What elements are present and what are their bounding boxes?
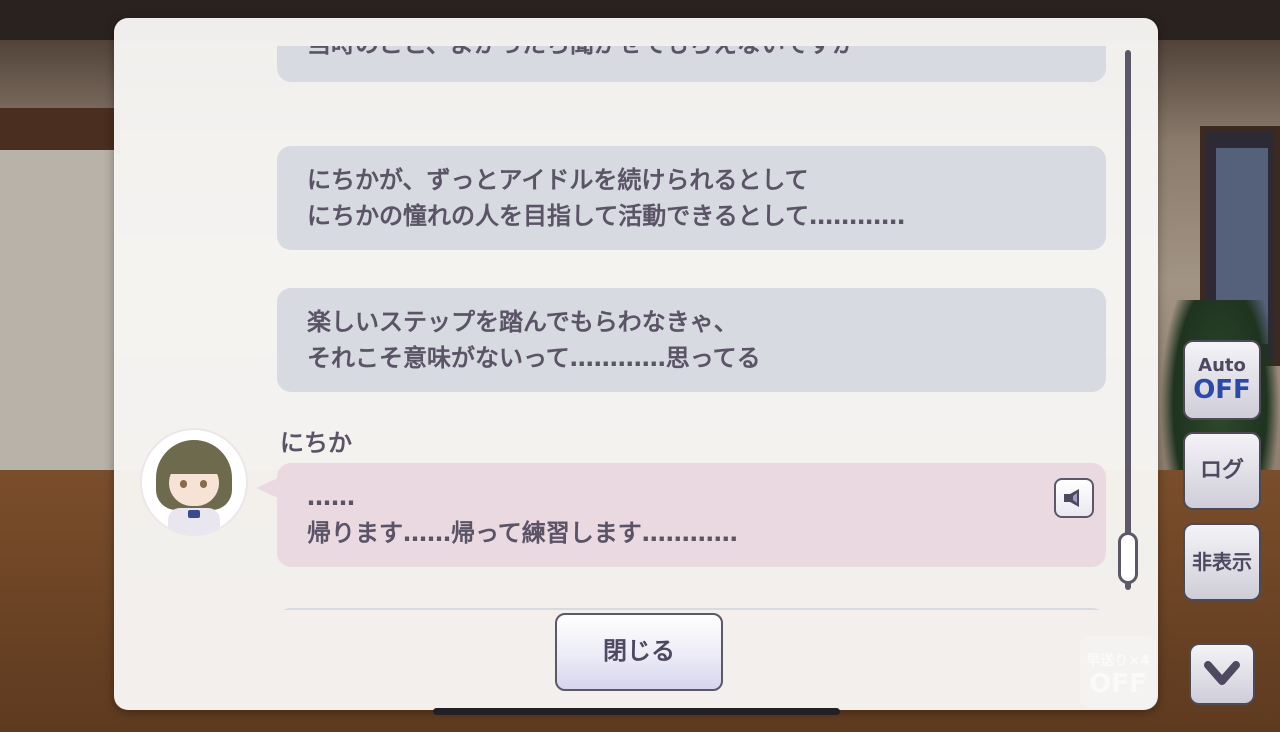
auto-state: OFF: [1193, 375, 1251, 405]
message-bubble: にちかが、ずっとアイドルを続けられるとして にちかの憧れの人を目指して活動できる…: [277, 146, 1106, 250]
menu-collapse-button[interactable]: [1189, 643, 1255, 705]
dialogue-log-panel: 当時のこと、よかったら聞かせてもらえないですか にちかが、ずっとアイドルを続けら…: [114, 18, 1158, 710]
fast-forward-state: OFF: [1089, 669, 1147, 699]
message-line: にちかの憧れの人を目指して活動できるとして…………: [307, 202, 906, 230]
message-line: 当時のこと、よかったら聞かせてもらえないですか: [307, 46, 1076, 62]
auto-toggle-button[interactable]: Auto OFF: [1183, 340, 1261, 420]
avatar-eye: [200, 480, 207, 488]
home-indicator: [433, 708, 840, 715]
voice-replay-button[interactable]: [1054, 478, 1094, 518]
log-button[interactable]: ログ: [1183, 432, 1261, 510]
message-bubble-speaker: …… 帰ります……帰って練習します…………: [277, 463, 1106, 567]
bubble-tail: [256, 478, 278, 498]
background-beam: [0, 108, 120, 154]
message-line: 帰ります……帰って練習します…………: [307, 519, 738, 547]
message-line: 楽しいステップを踏んでもらわなきゃ、: [307, 308, 738, 336]
dialogue-log-list[interactable]: 当時のこと、よかったら聞かせてもらえないですか にちかが、ずっとアイドルを続けら…: [114, 46, 1158, 610]
close-button[interactable]: 閉じる: [555, 613, 723, 691]
scrollbar-track[interactable]: [1125, 50, 1131, 590]
message-bubble: 当時のこと、よかったら聞かせてもらえないですか: [277, 46, 1106, 82]
background-glass: [0, 150, 115, 470]
fast-forward-label: 早送り×4: [1086, 653, 1150, 669]
scrollbar-thumb[interactable]: [1118, 532, 1138, 584]
message-line: ……: [307, 483, 355, 511]
speaker-name: にちか: [280, 429, 352, 457]
message-bubble: 楽しいステップを踏んでもらわなきゃ、 それこそ意味がないって…………思ってる: [277, 288, 1106, 392]
speaker-avatar: [142, 430, 246, 534]
avatar-eye: [180, 480, 187, 488]
chevron-down-icon: [1204, 661, 1240, 685]
message-line: にちかが、ずっとアイドルを続けられるとして: [307, 166, 809, 194]
hide-ui-button[interactable]: 非表示: [1183, 523, 1261, 601]
fast-forward-button[interactable]: 早送り×4 OFF: [1080, 636, 1156, 708]
message-bubble: [277, 608, 1106, 610]
avatar-fringe: [164, 448, 224, 474]
auto-label: Auto: [1198, 355, 1246, 376]
speaker-icon: [1064, 489, 1079, 507]
avatar-ribbon: [188, 510, 200, 518]
message-line: それこそ意味がないって…………思ってる: [307, 344, 761, 372]
